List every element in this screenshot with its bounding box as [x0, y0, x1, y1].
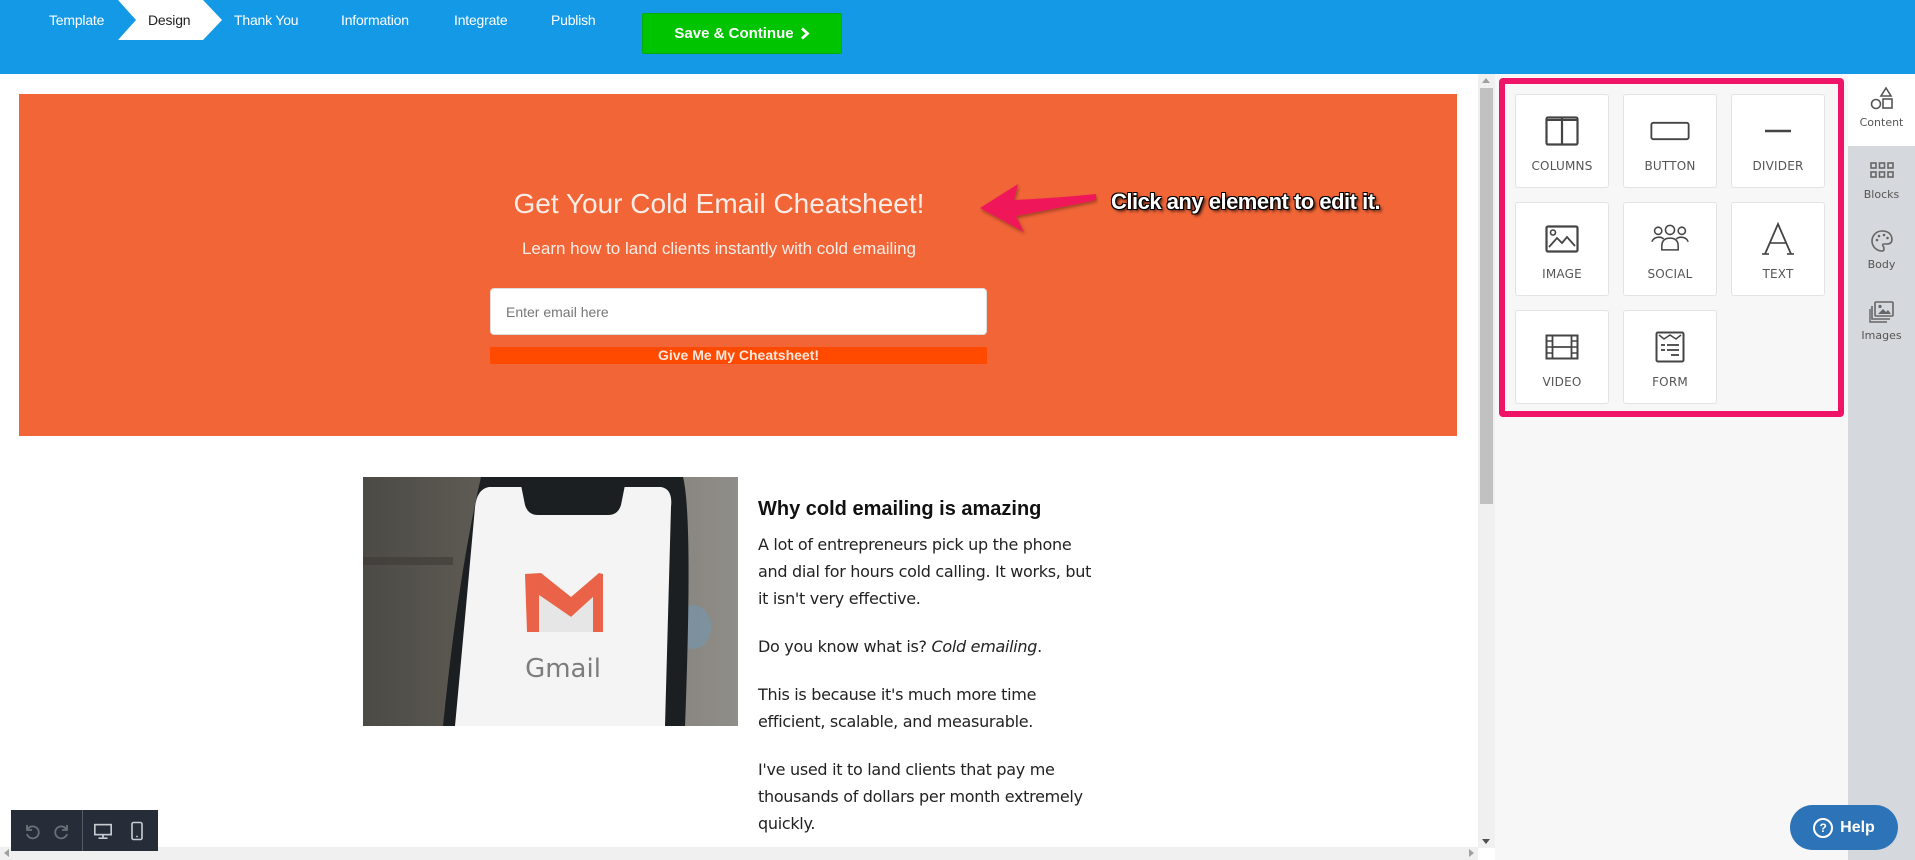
- sidebar-tabs: Content Blocks Body Images: [1848, 74, 1915, 860]
- hero-subtitle-text: Learn how to land clients instantly with…: [521, 239, 917, 258]
- content-paragraph: This is because it's much more time effi…: [758, 685, 1037, 731]
- tool-columns[interactable]: COLUMNS: [1515, 94, 1609, 188]
- step-label: Information: [341, 12, 409, 28]
- annotation-text: Click any element to edit it.: [1111, 189, 1381, 214]
- content-paragraph-question: Do you know what is? Cold emailing.: [758, 633, 1103, 660]
- canvas-vertical-scrollbar[interactable]: [1478, 74, 1495, 848]
- image-icon: [1542, 219, 1582, 259]
- help-button[interactable]: ? Help: [1790, 805, 1898, 850]
- grid-icon: [1867, 156, 1897, 186]
- columns-icon: [1542, 111, 1582, 151]
- step-publish[interactable]: Publish: [551, 0, 596, 40]
- tool-label: IMAGE: [1542, 267, 1582, 281]
- gmail-image[interactable]: Gmail: [363, 477, 738, 726]
- hero-subtitle[interactable]: Learn how to land clients instantly with…: [19, 239, 1457, 259]
- bottom-toolbar: [11, 810, 158, 851]
- hero-title-text: Get Your Cold Email Cheatsheet!: [513, 188, 925, 219]
- tab-body[interactable]: Body: [1848, 216, 1915, 284]
- tool-label: FORM: [1652, 375, 1688, 389]
- tool-label: COLUMNS: [1531, 159, 1593, 173]
- step-label: Template: [49, 12, 105, 28]
- mobile-icon[interactable]: [127, 821, 147, 841]
- question-circle-icon: ?: [1813, 817, 1834, 838]
- text-icon: [1758, 219, 1798, 259]
- cheatsheet-button[interactable]: Give Me My Cheatsheet!: [490, 347, 987, 364]
- email-input[interactable]: [490, 288, 987, 335]
- svg-text:Gmail: Gmail: [525, 654, 601, 684]
- step-template[interactable]: Template: [49, 0, 104, 40]
- social-icon: [1650, 219, 1690, 259]
- tool-divider[interactable]: DIVIDER: [1731, 94, 1825, 188]
- step-label: Integrate: [454, 12, 508, 28]
- tab-content[interactable]: Content: [1848, 74, 1915, 146]
- tab-label: Content: [1859, 116, 1904, 129]
- content-paragraph: A lot of entrepreneurs pick up the phone…: [758, 535, 1092, 608]
- button-icon: [1650, 111, 1690, 151]
- question-suffix: .: [1037, 637, 1042, 656]
- content-paragraph: I've used it to land clients that pay me…: [758, 760, 1083, 833]
- tab-label: Blocks: [1863, 188, 1900, 201]
- step-label: Publish: [551, 12, 596, 28]
- chevron-right-icon: [800, 27, 810, 40]
- undo-icon[interactable]: [22, 821, 42, 841]
- form-icon: [1650, 327, 1690, 367]
- step-design[interactable]: Design: [118, 0, 222, 40]
- save-label: Save & Continue: [674, 25, 794, 42]
- tool-label: VIDEO: [1542, 375, 1582, 389]
- tool-text[interactable]: TEXT: [1731, 202, 1825, 296]
- scroll-thumb[interactable]: [1480, 88, 1493, 504]
- canvas-horizontal-scrollbar[interactable]: [0, 847, 1478, 860]
- palette-icon: [1867, 226, 1897, 256]
- tab-blocks[interactable]: Blocks: [1848, 146, 1915, 214]
- hero-section[interactable]: Get Your Cold Email Cheatsheet! Learn ho…: [19, 94, 1457, 436]
- scroll-left-arrow-icon[interactable]: [4, 849, 9, 857]
- tool-label: BUTTON: [1644, 159, 1696, 173]
- tool-button[interactable]: BUTTON: [1623, 94, 1717, 188]
- scroll-down-arrow-icon[interactable]: [1482, 839, 1490, 844]
- tab-label: Images: [1861, 329, 1902, 342]
- question-prefix: Do you know what is?: [758, 637, 932, 656]
- help-label: Help: [1840, 818, 1875, 836]
- desktop-icon[interactable]: [93, 821, 113, 841]
- annotation-arrow-icon: [980, 184, 1096, 232]
- tool-social[interactable]: SOCIAL: [1623, 202, 1717, 296]
- content-text-block[interactable]: Why cold emailing is amazing A lot of en…: [758, 498, 1103, 848]
- tool-label: TEXT: [1762, 267, 1794, 281]
- divider-icon: [1758, 111, 1798, 151]
- images-icon: [1867, 297, 1897, 327]
- video-icon: [1542, 327, 1582, 367]
- tool-video[interactable]: VIDEO: [1515, 310, 1609, 404]
- step-integrate[interactable]: Integrate: [454, 0, 508, 40]
- question-emphasis: Cold emailing: [931, 637, 1038, 656]
- scroll-up-arrow-icon[interactable]: [1482, 78, 1490, 83]
- redo-icon[interactable]: [52, 821, 72, 841]
- preview-group: [83, 810, 157, 851]
- step-label: Design: [148, 12, 191, 28]
- shapes-icon: [1867, 84, 1897, 114]
- step-label: Thank You: [234, 12, 299, 28]
- gmail-phone-image: Gmail: [363, 477, 738, 726]
- save-continue-button[interactable]: Save & Continue: [642, 13, 842, 54]
- tool-label: DIVIDER: [1752, 159, 1804, 173]
- tool-label: SOCIAL: [1647, 267, 1693, 281]
- content-heading: Why cold emailing is amazing: [758, 498, 1042, 520]
- scroll-right-arrow-icon[interactable]: [1469, 849, 1474, 857]
- step-thank-you[interactable]: Thank You: [234, 0, 299, 40]
- content-tools-grid: COLUMNS BUTTON DIVIDER IMAGE SOCIAL TEXT…: [1515, 94, 1825, 404]
- email-canvas: Get Your Cold Email Cheatsheet! Learn ho…: [0, 74, 1478, 848]
- step-information[interactable]: Information: [341, 0, 409, 40]
- tab-images[interactable]: Images: [1848, 287, 1915, 355]
- top-bar: Template Design Thank You Information In…: [0, 0, 1915, 74]
- tool-form[interactable]: FORM: [1623, 310, 1717, 404]
- history-group: [11, 810, 83, 851]
- tool-image[interactable]: IMAGE: [1515, 202, 1609, 296]
- tab-label: Body: [1867, 258, 1896, 271]
